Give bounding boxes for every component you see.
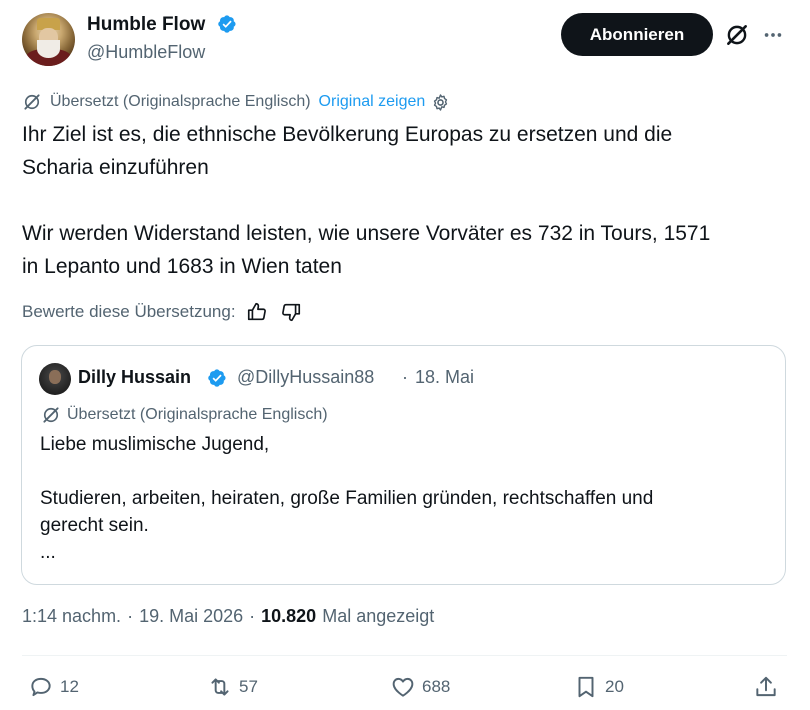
quote-author-handle: @DillyHussain88 xyxy=(237,367,375,387)
quote-date: 18. Mai xyxy=(415,367,475,387)
meta-separator-2: · xyxy=(249,606,256,626)
tweet-text: Ihr Ziel ist es, die ethnische Bevölkeru… xyxy=(22,123,711,278)
view-count-label: Mal angezeigt xyxy=(322,606,435,626)
translate-icon xyxy=(24,94,40,110)
quote-text: Liebe muslimische Jugend, Studieren, arb… xyxy=(40,434,654,563)
author-name[interactable]: Humble Flow xyxy=(87,14,205,36)
follow-button[interactable]: Abonnieren xyxy=(561,13,713,56)
grok-icon[interactable] xyxy=(724,22,750,48)
quote-translation-info: Übersetzt (Originalsprache Englisch) xyxy=(41,404,328,426)
thumbs-up-icon[interactable] xyxy=(246,301,268,323)
bookmark-icon xyxy=(578,676,594,698)
verified-badge-icon xyxy=(218,15,236,33)
author-handle[interactable]: @HumbleFlow xyxy=(87,42,205,63)
tweet-time[interactable]: 1:14 nachm. xyxy=(22,606,121,627)
tweet-date[interactable]: 19. Mai 2026 xyxy=(139,606,243,627)
like-button[interactable]: 688 xyxy=(390,673,450,701)
bookmark-button[interactable]: 20 xyxy=(573,673,624,701)
quote-author-name: Dilly Hussain xyxy=(78,367,192,387)
show-original-link[interactable]: Original zeigen xyxy=(319,93,426,111)
quote-translation-note: Übersetzt (Originalsprache Englisch) xyxy=(67,406,328,423)
repost-count: 57 xyxy=(239,677,258,696)
repost-icon xyxy=(211,678,229,696)
share-icon xyxy=(756,676,776,697)
quote-verified-badge-icon xyxy=(208,369,226,387)
more-icon[interactable] xyxy=(762,24,784,46)
thumbs-down-icon[interactable] xyxy=(280,301,302,323)
quoted-tweet[interactable]: Dilly Hussain @DillyHussain88 · 18. Mai … xyxy=(21,345,786,585)
heart-icon xyxy=(392,677,414,697)
rating-label: Bewerte diese Übersetzung: xyxy=(22,302,236,321)
quote-translate-icon xyxy=(43,407,59,423)
action-divider xyxy=(22,655,787,656)
reply-button[interactable]: 12 xyxy=(28,673,79,701)
repost-button[interactable]: 57 xyxy=(207,673,258,701)
author-avatar[interactable] xyxy=(22,13,75,66)
like-count: 688 xyxy=(422,677,451,696)
view-count[interactable]: 10.820 xyxy=(261,606,316,627)
share-button[interactable] xyxy=(753,673,785,701)
tweet-meta: 1:14 nachm. · 19. Mai 2026 · 10.820 Mal … xyxy=(22,606,434,627)
meta-separator: · xyxy=(127,606,134,626)
reply-count: 12 xyxy=(60,677,79,696)
quote-author-avatar xyxy=(39,363,71,395)
translation-note: Übersetzt (Originalsprache Englisch) xyxy=(50,93,311,110)
settings-gear-icon[interactable] xyxy=(431,93,450,112)
bookmark-count: 20 xyxy=(605,677,624,696)
translation-rating: Bewerte diese Übersetzung: xyxy=(22,300,302,324)
quote-separator: · xyxy=(402,367,408,387)
translation-info: Übersetzt (Originalsprache Englisch) Ori… xyxy=(22,90,458,114)
reply-icon xyxy=(31,677,51,697)
